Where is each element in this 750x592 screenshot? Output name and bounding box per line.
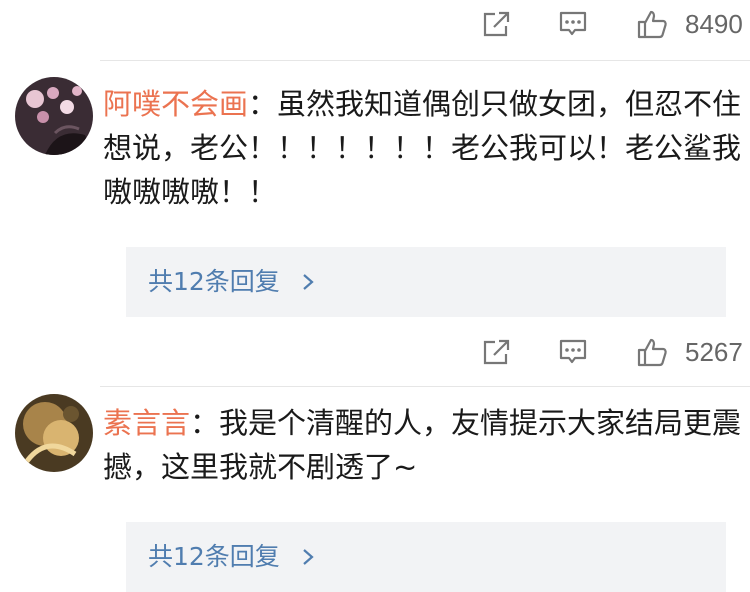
share-icon[interactable]: [480, 8, 512, 40]
chevron-right-icon: [302, 548, 314, 566]
comment-action-bar: 8490: [0, 0, 750, 50]
like-count: 8490: [685, 9, 743, 39]
comment-icon[interactable]: [557, 8, 589, 40]
comment-separator: ：: [248, 87, 278, 121]
divider: [100, 386, 750, 387]
reply-summary[interactable]: 共12条回复: [126, 247, 726, 317]
thumbs-up-icon[interactable]: [636, 336, 668, 368]
chevron-right-icon: [302, 273, 314, 291]
thumbs-up-icon[interactable]: [636, 8, 668, 40]
comment-author[interactable]: 素言言: [103, 406, 190, 440]
comment-separator: ：: [190, 406, 220, 440]
reply-count-label[interactable]: 共12条回复: [148, 263, 280, 301]
comment-text: 素言言：我是个清醒的人，友情提示大家结局更震撼，这里我就不剧透了~: [103, 401, 743, 489]
like-count: 5267: [685, 337, 743, 367]
share-icon[interactable]: [480, 336, 512, 368]
avatar[interactable]: [15, 77, 93, 155]
comment-author[interactable]: 阿噗不会画: [103, 87, 248, 121]
reply-count-label[interactable]: 共12条回复: [148, 538, 280, 576]
avatar[interactable]: [15, 394, 93, 472]
divider: [100, 60, 750, 61]
comment-action-bar: 5267: [0, 328, 750, 378]
reply-summary[interactable]: 共12条回复: [126, 522, 726, 592]
comment-text: 阿噗不会画：虽然我知道偶创只做女团，但忍不住想说，老公！！！！！！！老公我可以！…: [103, 82, 743, 214]
comment-icon[interactable]: [557, 336, 589, 368]
